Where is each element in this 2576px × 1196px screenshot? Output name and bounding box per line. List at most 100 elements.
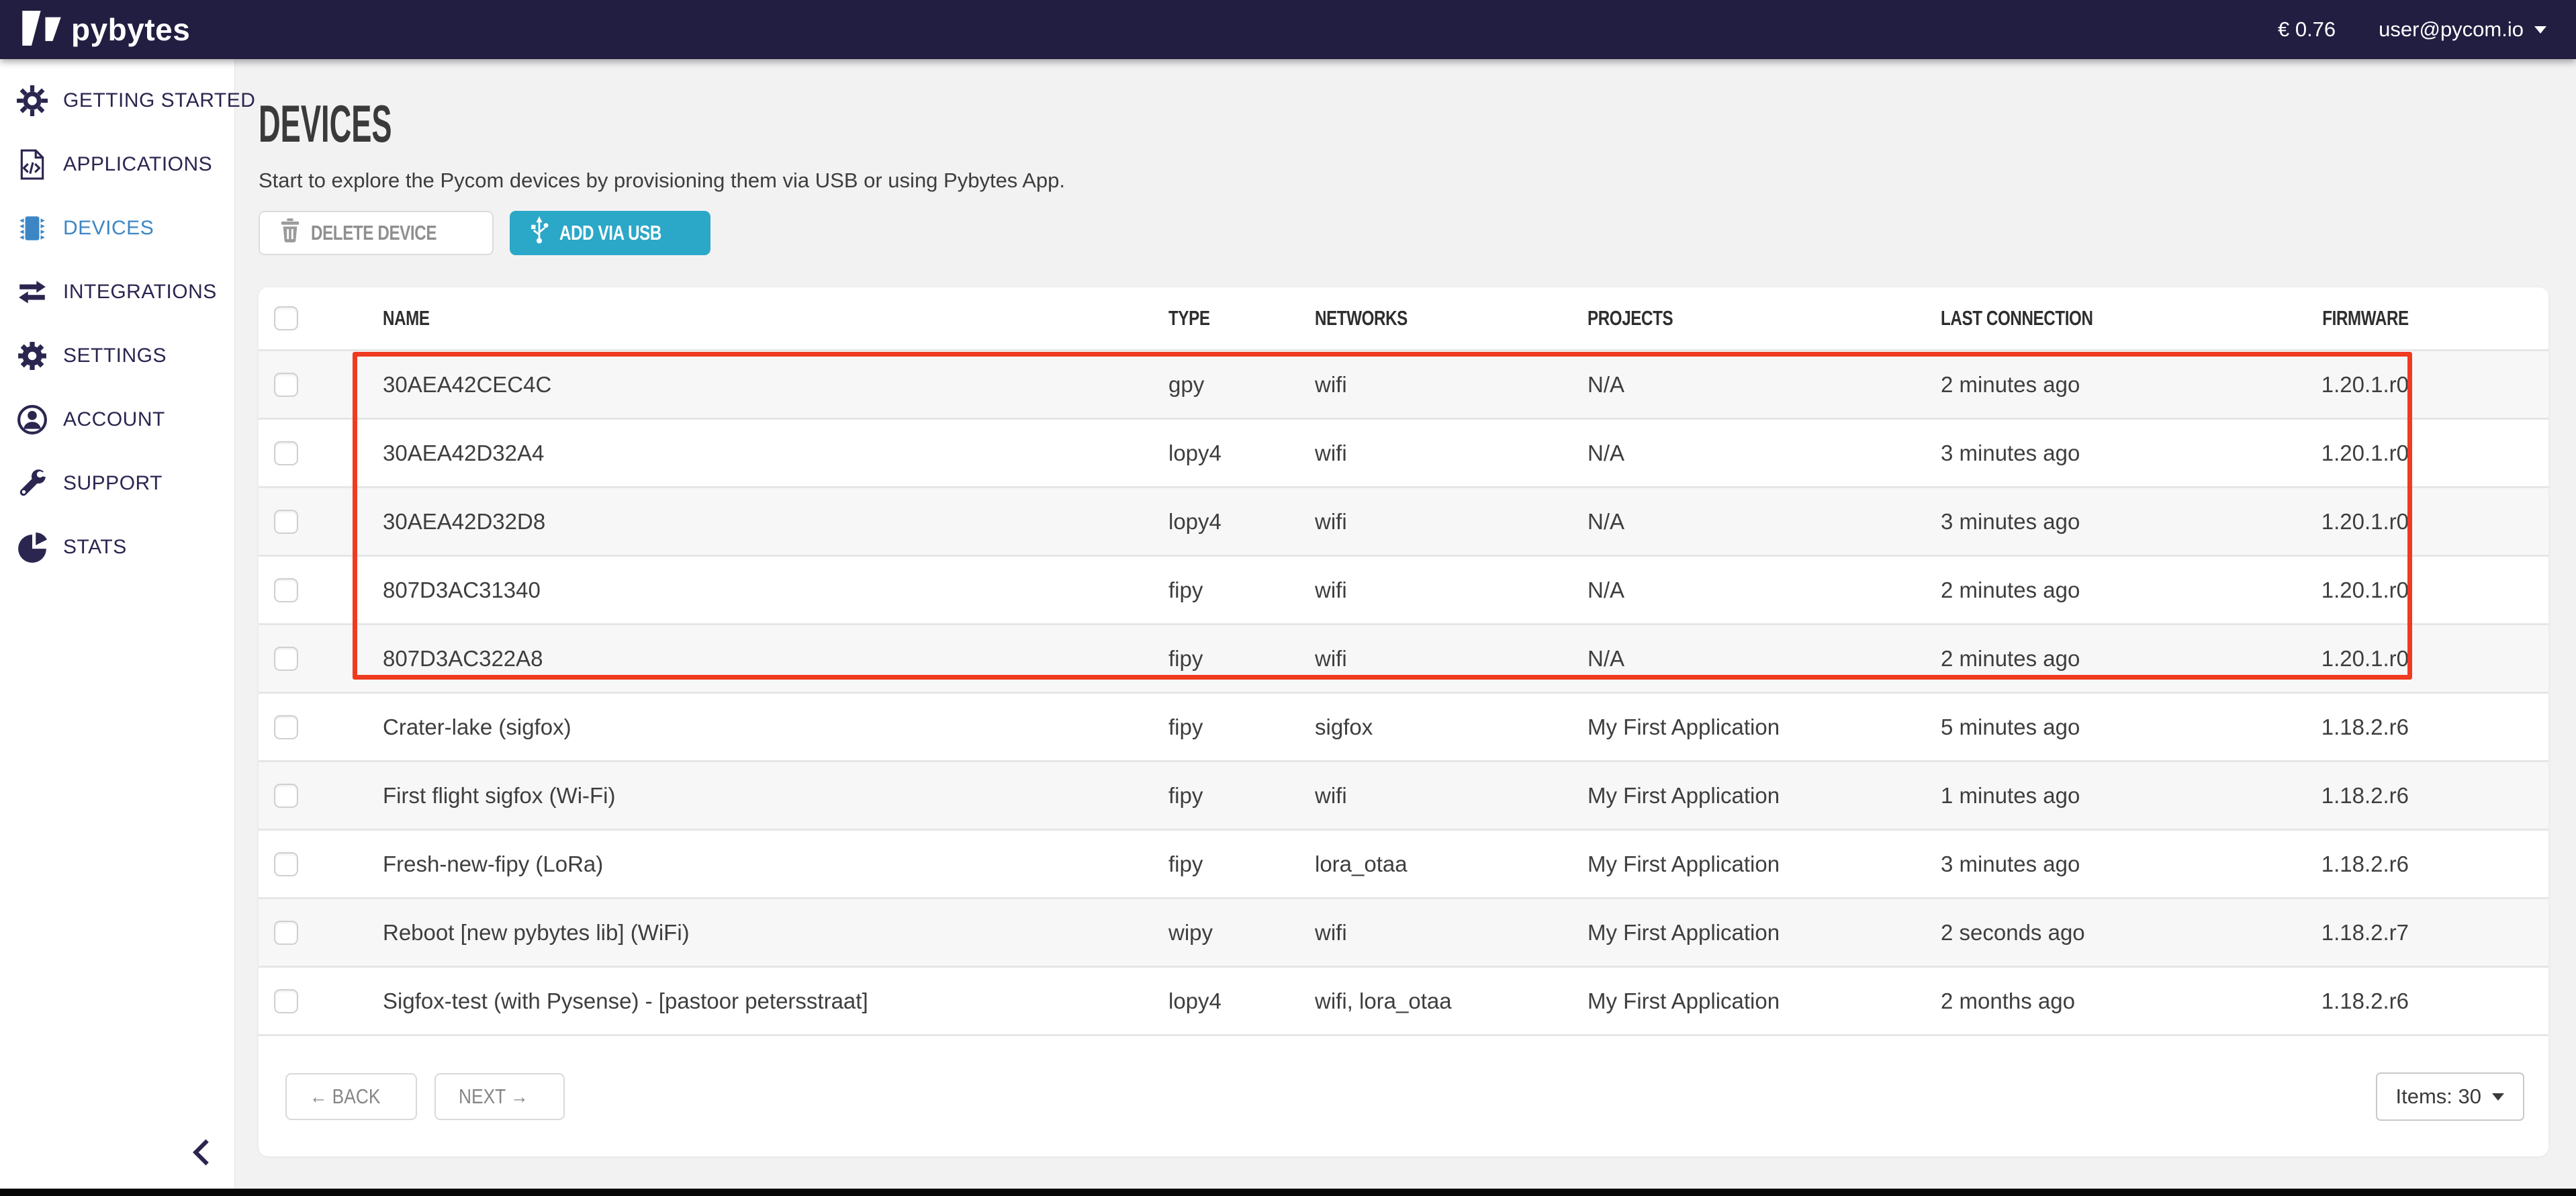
device-row[interactable]: 807D3AC322A8 fipy wifi N/A 2 minutes ago… xyxy=(259,623,2548,692)
row-checkbox[interactable] xyxy=(274,989,298,1013)
device-type-cell: fipy xyxy=(1168,715,1315,740)
device-name-cell: 807D3AC322A8 xyxy=(383,646,1168,672)
select-all-checkbox[interactable] xyxy=(274,306,298,330)
device-firmware-cell: 1.18.2.r6 xyxy=(2209,783,2548,809)
device-networks-cell: sigfox xyxy=(1315,715,1588,740)
row-checkbox[interactable] xyxy=(274,578,298,602)
device-name-cell: 30AEA42D32D8 xyxy=(383,509,1168,535)
device-firmware-cell: 1.18.2.r6 xyxy=(2209,852,2548,877)
device-row[interactable]: First flight sigfox (Wi-Fi) fipy wifi My… xyxy=(259,760,2548,829)
arrows-exchange-icon xyxy=(15,275,50,310)
chevron-down-icon xyxy=(2534,26,2546,34)
sidebar-item-label: INTEGRATIONS xyxy=(63,281,217,304)
device-row[interactable]: Sigfox-test (with Pysense) - [pastoor pe… xyxy=(259,966,2548,1034)
column-header-firmware: FIRMWARE xyxy=(2322,306,2409,330)
sidebar-item-stats[interactable]: STATS xyxy=(0,515,234,579)
user-email: user@pycom.io xyxy=(2379,17,2524,42)
device-networks-cell: lora_otaa xyxy=(1315,852,1588,877)
row-checkbox[interactable] xyxy=(274,921,298,945)
sidebar-item-label: APPLICATIONS xyxy=(63,153,212,176)
page-title: DEVICES xyxy=(259,97,1587,150)
column-header-networks: NETWORKS xyxy=(1315,306,1408,330)
sidebar-item-settings[interactable]: SETTINGS xyxy=(0,324,234,387)
devices-table-card: NAME TYPE NETWORKS PROJECTS LAST CONNECT… xyxy=(259,287,2548,1156)
device-networks-cell: wifi xyxy=(1315,646,1588,672)
device-row[interactable]: Fresh-new-fipy (LoRa) fipy lora_otaa My … xyxy=(259,829,2548,897)
sidebar-item-devices[interactable]: DEVICES xyxy=(0,196,234,260)
delete-device-button[interactable]: DELETE DEVICE xyxy=(259,211,494,255)
chip-icon xyxy=(15,211,50,246)
gear-icon xyxy=(15,338,50,373)
pycom-logo-mark-icon xyxy=(20,11,63,49)
device-projects-cell: My First Application xyxy=(1588,783,1941,809)
row-checkbox[interactable] xyxy=(274,441,298,465)
wrench-icon xyxy=(15,466,50,501)
row-checkbox[interactable] xyxy=(274,373,298,397)
device-row[interactable]: 30AEA42D32D8 lopy4 wifi N/A 3 minutes ag… xyxy=(259,486,2548,555)
user-menu[interactable]: user@pycom.io xyxy=(2379,17,2546,42)
row-checkbox[interactable] xyxy=(274,647,298,671)
device-type-cell: fipy xyxy=(1168,578,1315,603)
device-type-cell: fipy xyxy=(1168,646,1315,672)
row-checkbox[interactable] xyxy=(274,784,298,808)
device-firmware-cell: 1.20.1.r0 xyxy=(2209,372,2548,398)
device-row[interactable]: 807D3AC31340 fipy wifi N/A 2 minutes ago… xyxy=(259,555,2548,623)
items-per-page-label: Items: 30 xyxy=(2396,1085,2482,1109)
device-row[interactable]: 30AEA42D32A4 lopy4 wifi N/A 3 minutes ag… xyxy=(259,418,2548,486)
device-projects-cell: N/A xyxy=(1588,509,1941,535)
device-last-connection-cell: 5 minutes ago xyxy=(1941,715,2209,740)
device-firmware-cell: 1.20.1.r0 xyxy=(2209,578,2548,603)
device-type-cell: wipy xyxy=(1168,920,1315,946)
next-button[interactable]: NEXT → xyxy=(434,1073,565,1120)
account-balance: € 0.76 xyxy=(2278,17,2336,42)
table-body: 30AEA42CEC4C gpy wifi N/A 2 minutes ago … xyxy=(259,349,2548,1036)
device-projects-cell: N/A xyxy=(1588,646,1941,672)
toolbar: DELETE DEVICE ADD VIA USB xyxy=(259,211,2548,255)
device-last-connection-cell: 3 minutes ago xyxy=(1941,441,2209,466)
delete-device-label: DELETE DEVICE xyxy=(311,221,436,245)
back-button[interactable]: ← BACK xyxy=(285,1073,417,1120)
pybytes-logo[interactable]: pybytes xyxy=(20,11,190,49)
sidebar-collapse-button[interactable] xyxy=(191,1138,212,1168)
add-via-usb-button[interactable]: ADD VIA USB xyxy=(510,211,710,255)
sidebar-item-integrations[interactable]: INTEGRATIONS xyxy=(0,260,234,324)
device-row[interactable]: Crater-lake (sigfox) fipy sigfox My Firs… xyxy=(259,692,2548,760)
device-row[interactable]: Reboot [new pybytes lib] (WiFi) wipy wif… xyxy=(259,897,2548,966)
device-last-connection-cell: 3 minutes ago xyxy=(1941,852,2209,877)
device-type-cell: gpy xyxy=(1168,372,1315,398)
device-networks-cell: wifi xyxy=(1315,783,1588,809)
device-projects-cell: My First Application xyxy=(1588,920,1941,946)
device-type-cell: fipy xyxy=(1168,783,1315,809)
device-firmware-cell: 1.18.2.r6 xyxy=(2209,715,2548,740)
sidebar-item-support[interactable]: SUPPORT xyxy=(0,451,234,515)
device-name-cell: 30AEA42CEC4C xyxy=(383,372,1168,398)
device-name-cell: Sigfox-test (with Pysense) - [pastoor pe… xyxy=(383,988,1168,1014)
sidebar-item-applications[interactable]: APPLICATIONS xyxy=(0,132,234,196)
device-networks-cell: wifi, lora_otaa xyxy=(1315,988,1588,1014)
device-name-cell: Reboot [new pybytes lib] (WiFi) xyxy=(383,920,1168,946)
row-checkbox[interactable] xyxy=(274,715,298,739)
device-name-cell: 807D3AC31340 xyxy=(383,578,1168,603)
topbar: pybytes € 0.76 user@pycom.io xyxy=(0,0,2576,59)
sidebar-item-label: SETTINGS xyxy=(63,344,167,367)
device-firmware-cell: 1.18.2.r7 xyxy=(2209,920,2548,946)
device-projects-cell: My First Application xyxy=(1588,988,1941,1014)
sidebar-item-account[interactable]: ACCOUNT xyxy=(0,387,234,451)
sidebar-item-getting-started[interactable]: GETTING STARTED xyxy=(0,68,234,132)
pie-chart-icon xyxy=(15,530,50,565)
bottom-edge-strip xyxy=(0,1189,2576,1196)
device-name-cell: Crater-lake (sigfox) xyxy=(383,715,1168,740)
sidebar: GETTING STARTED APPLICATIONS xyxy=(0,59,235,1189)
device-networks-cell: wifi xyxy=(1315,441,1588,466)
device-firmware-cell: 1.20.1.r0 xyxy=(2209,646,2548,672)
device-name-cell: First flight sigfox (Wi-Fi) xyxy=(383,783,1168,809)
row-checkbox[interactable] xyxy=(274,852,298,876)
device-row[interactable]: 30AEA42CEC4C gpy wifi N/A 2 minutes ago … xyxy=(259,349,2548,418)
items-per-page-select[interactable]: Items: 30 xyxy=(2376,1072,2525,1121)
code-document-icon xyxy=(15,147,50,182)
device-type-cell: lopy4 xyxy=(1168,509,1315,535)
row-checkbox[interactable] xyxy=(274,510,298,534)
page-subtitle: Start to explore the Pycom devices by pr… xyxy=(259,168,2548,193)
column-header-name: NAME xyxy=(383,306,430,330)
device-type-cell: lopy4 xyxy=(1168,988,1315,1014)
